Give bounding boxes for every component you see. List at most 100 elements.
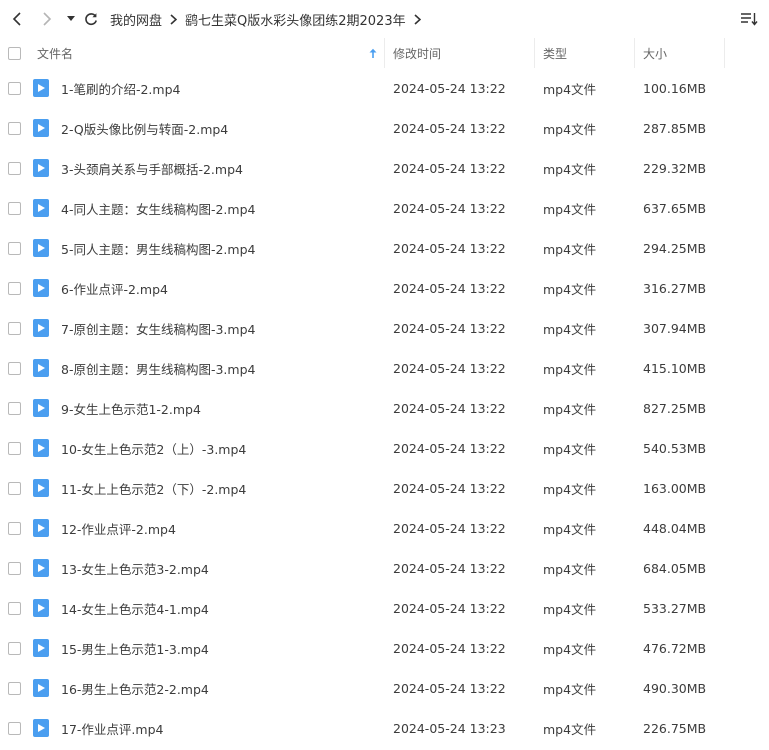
file-name[interactable]: 6-作业点评-2.mp4: [61, 279, 381, 298]
row-checkbox[interactable]: [7, 641, 21, 655]
row-check-cell: [0, 321, 28, 335]
file-modified-time: 2024-05-24 13:22: [393, 80, 506, 96]
row-check-cell: [0, 361, 28, 375]
file-modified-time: 2024-05-24 13:22: [393, 240, 506, 256]
row-checkbox[interactable]: [7, 201, 21, 215]
history-dropdown-button[interactable]: [62, 0, 80, 38]
row-checkbox[interactable]: [7, 521, 21, 535]
table-row[interactable]: 16-男生上色示范2-2.mp4 2024-05-24 13:22 mp4文件 …: [0, 668, 769, 708]
table-row[interactable]: 13-女生上色示范3-2.mp4 2024-05-24 13:22 mp4文件 …: [0, 548, 769, 588]
caret-down-icon: [67, 16, 75, 21]
file-name[interactable]: 2-Q版头像比例与转面-2.mp4: [61, 119, 381, 138]
row-checkbox[interactable]: [7, 601, 21, 615]
file-name[interactable]: 10-女生上色示范2（上）-3.mp4: [61, 439, 381, 458]
breadcrumb-item-root[interactable]: 我的网盘: [110, 10, 162, 29]
file-type: mp4文件: [543, 121, 597, 137]
table-row[interactable]: 14-女生上色示范4-1.mp4 2024-05-24 13:22 mp4文件 …: [0, 588, 769, 628]
table-row[interactable]: 7-原创主题：女生线稿构图-3.mp4 2024-05-24 13:22 mp4…: [0, 308, 769, 348]
row-check-cell: [0, 201, 28, 215]
row-check-cell: [0, 561, 28, 575]
table-row[interactable]: 17-作业点评.mp4 2024-05-24 13:23 mp4文件 226.7…: [0, 708, 769, 748]
file-size: 415.10MB: [643, 360, 707, 376]
file-name[interactable]: 15-男生上色示范1-3.mp4: [61, 639, 381, 658]
file-name[interactable]: 5-同人主题：男生线稿构图-2.mp4: [61, 239, 381, 258]
file-size: 540.53MB: [643, 440, 707, 456]
file-type: mp4文件: [543, 361, 597, 377]
file-name[interactable]: 7-原创主题：女生线稿构图-3.mp4: [61, 319, 381, 338]
row-check-cell: [0, 601, 28, 615]
table-row[interactable]: 2-Q版头像比例与转面-2.mp4 2024-05-24 13:22 mp4文件…: [0, 108, 769, 148]
video-file-icon: [33, 639, 49, 657]
back-button[interactable]: [4, 0, 30, 38]
file-name[interactable]: 4-同人主题：女生线稿构图-2.mp4: [61, 199, 381, 218]
refresh-button[interactable]: [80, 0, 102, 38]
file-modified-time: 2024-05-24 13:22: [393, 480, 506, 496]
row-checkbox[interactable]: [7, 241, 21, 255]
table-row[interactable]: 9-女生上色示范1-2.mp4 2024-05-24 13:22 mp4文件 8…: [0, 388, 769, 428]
video-file-icon: [33, 399, 49, 417]
row-check-cell: [0, 281, 28, 295]
file-name[interactable]: 14-女生上色示范4-1.mp4: [61, 599, 381, 618]
file-size: 287.85MB: [643, 120, 707, 136]
file-type: mp4文件: [543, 241, 597, 257]
file-type: mp4文件: [543, 201, 597, 217]
select-all-checkbox[interactable]: [7, 46, 21, 60]
table-row[interactable]: 5-同人主题：男生线稿构图-2.mp4 2024-05-24 13:22 mp4…: [0, 228, 769, 268]
file-modified-time: 2024-05-24 13:22: [393, 440, 506, 456]
row-checkbox[interactable]: [7, 561, 21, 575]
table-row[interactable]: 6-作业点评-2.mp4 2024-05-24 13:22 mp4文件 316.…: [0, 268, 769, 308]
breadcrumb-item-current[interactable]: 鹞七生菜Q版水彩头像团练2期2023年: [185, 10, 406, 29]
row-checkbox[interactable]: [7, 681, 21, 695]
file-name[interactable]: 17-作业点评.mp4: [61, 719, 381, 738]
forward-button[interactable]: [34, 0, 60, 38]
table-row[interactable]: 12-作业点评-2.mp4 2024-05-24 13:22 mp4文件 448…: [0, 508, 769, 548]
file-name[interactable]: 9-女生上色示范1-2.mp4: [61, 399, 381, 418]
file-modified-time: 2024-05-24 13:22: [393, 160, 506, 176]
column-header-row: 文件名 修改时间 类型 大小: [0, 38, 769, 68]
file-name[interactable]: 3-头颈肩关系与手部概括-2.mp4: [61, 159, 381, 178]
file-size: 476.72MB: [643, 640, 707, 656]
table-row[interactable]: 1-笔刷的介绍-2.mp4 2024-05-24 13:22 mp4文件 100…: [0, 68, 769, 108]
file-name[interactable]: 16-男生上色示范2-2.mp4: [61, 679, 381, 698]
table-row[interactable]: 11-女上上色示范2（下）-2.mp4 2024-05-24 13:22 mp4…: [0, 468, 769, 508]
row-checkbox[interactable]: [7, 81, 21, 95]
row-checkbox[interactable]: [7, 721, 21, 735]
toolbar: 我的网盘 鹞七生菜Q版水彩头像团练2期2023年: [0, 0, 769, 38]
row-checkbox[interactable]: [7, 401, 21, 415]
row-checkbox[interactable]: [7, 441, 21, 455]
row-check-cell: [0, 121, 28, 135]
chevron-right-icon: [170, 13, 178, 25]
file-modified-time: 2024-05-24 13:22: [393, 360, 506, 376]
row-checkbox[interactable]: [7, 321, 21, 335]
table-row[interactable]: 15-男生上色示范1-3.mp4 2024-05-24 13:22 mp4文件 …: [0, 628, 769, 668]
column-header-modified[interactable]: 修改时间: [385, 38, 535, 68]
file-modified-time: 2024-05-24 13:22: [393, 400, 506, 416]
file-modified-time: 2024-05-24 13:22: [393, 280, 506, 296]
column-header-size[interactable]: 大小: [635, 38, 725, 68]
file-name[interactable]: 12-作业点评-2.mp4: [61, 519, 381, 538]
file-modified-time: 2024-05-24 13:22: [393, 560, 506, 576]
refresh-icon: [85, 13, 97, 26]
chevron-left-icon: [12, 12, 21, 26]
file-modified-time: 2024-05-24 13:22: [393, 640, 506, 656]
column-header-name[interactable]: 文件名: [28, 38, 385, 68]
column-header-type[interactable]: 类型: [535, 38, 635, 68]
file-name[interactable]: 8-原创主题：男生线稿构图-3.mp4: [61, 359, 381, 378]
table-row[interactable]: 10-女生上色示范2（上）-3.mp4 2024-05-24 13:22 mp4…: [0, 428, 769, 468]
file-name[interactable]: 1-笔刷的介绍-2.mp4: [61, 79, 381, 98]
table-row[interactable]: 3-头颈肩关系与手部概括-2.mp4 2024-05-24 13:22 mp4文…: [0, 148, 769, 188]
row-checkbox[interactable]: [7, 121, 21, 135]
file-modified-time: 2024-05-24 13:22: [393, 600, 506, 616]
row-checkbox[interactable]: [7, 361, 21, 375]
row-checkbox[interactable]: [7, 161, 21, 175]
sort-view-button[interactable]: [739, 9, 759, 29]
row-checkbox[interactable]: [7, 281, 21, 295]
file-type: mp4文件: [543, 281, 597, 297]
file-type: mp4文件: [543, 601, 597, 617]
table-row[interactable]: 4-同人主题：女生线稿构图-2.mp4 2024-05-24 13:22 mp4…: [0, 188, 769, 228]
file-name[interactable]: 11-女上上色示范2（下）-2.mp4: [61, 479, 381, 498]
table-row[interactable]: 8-原创主题：男生线稿构图-3.mp4 2024-05-24 13:22 mp4…: [0, 348, 769, 388]
file-name[interactable]: 13-女生上色示范3-2.mp4: [61, 559, 381, 578]
row-checkbox[interactable]: [7, 481, 21, 495]
file-type: mp4文件: [543, 161, 597, 177]
